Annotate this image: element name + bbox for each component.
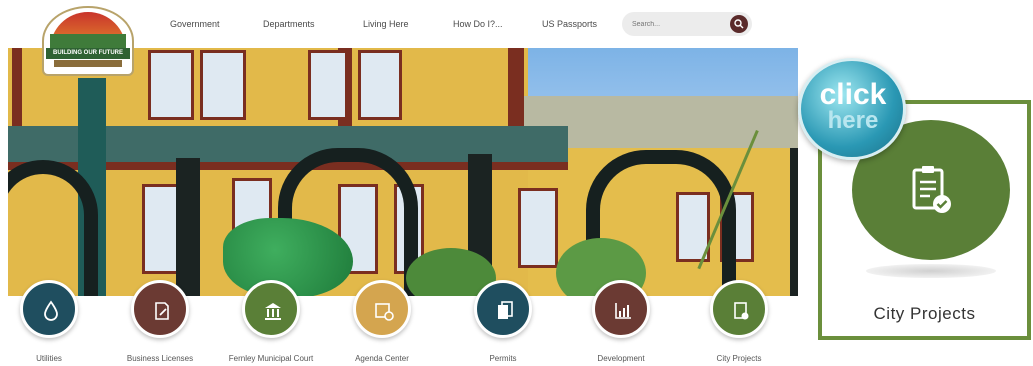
water-drop-icon <box>44 300 58 321</box>
nav-departments[interactable]: Departments <box>263 19 315 29</box>
quick-link-circle <box>474 280 532 338</box>
quick-link-label: Development <box>597 354 645 363</box>
quick-link-business-licenses[interactable]: Business Licenses <box>105 280 215 363</box>
quick-links: Utilities Business Licenses Fernley Muni… <box>8 280 798 366</box>
chart-icon <box>615 303 631 319</box>
quick-link-development[interactable]: Development <box>566 280 676 363</box>
quick-link-circle <box>353 280 411 338</box>
quick-link-circle <box>242 280 300 338</box>
quick-link-circle <box>20 280 78 338</box>
quick-link-circle <box>592 280 650 338</box>
nav-government[interactable]: Government <box>170 19 220 29</box>
quick-link-label: Utilities <box>36 354 62 363</box>
quick-link-label: Agenda Center <box>355 354 409 363</box>
calendar-clock-icon <box>375 303 394 321</box>
search-input[interactable] <box>632 17 722 31</box>
document-pen-icon <box>155 302 169 320</box>
quick-link-label: Fernley Municipal Court <box>228 354 314 363</box>
nav-living-here[interactable]: Living Here <box>363 19 409 29</box>
badge-line-1: click <box>819 78 887 111</box>
callout-title: City Projects <box>873 304 976 323</box>
clipboard-check-icon <box>912 166 951 213</box>
badge-line-2: here <box>827 107 879 134</box>
logo-banner: BUILDING OUR FUTURE <box>46 48 130 59</box>
hero-photo <box>8 48 798 296</box>
quick-link-label: City Projects <box>716 354 762 363</box>
search-icon <box>734 19 744 29</box>
click-here-badge[interactable]: click here <box>798 58 906 160</box>
search-box <box>622 12 752 36</box>
courthouse-icon <box>265 303 281 320</box>
nav-how-do-i[interactable]: How Do I?... <box>453 19 503 29</box>
search-button[interactable] <box>730 15 748 33</box>
quick-link-label: Permits <box>489 354 517 363</box>
city-logo[interactable]: BUILDING OUR FUTURE <box>42 6 134 76</box>
quick-link-municipal-court[interactable]: Fernley Municipal Court <box>216 280 326 363</box>
clipboard-check-icon <box>734 302 749 320</box>
quick-link-circle <box>710 280 768 338</box>
quick-link-utilities[interactable]: Utilities <box>8 280 104 363</box>
website-frame: Government Departments Living Here How D… <box>8 0 798 366</box>
quick-link-agenda-center[interactable]: Agenda Center <box>327 280 437 363</box>
documents-icon <box>498 301 513 319</box>
quick-link-city-projects[interactable]: City Projects <box>684 280 794 363</box>
nav-us-passports[interactable]: US Passports <box>542 19 597 29</box>
quick-link-circle <box>131 280 189 338</box>
quick-link-label: Business Licenses <box>126 354 194 363</box>
quick-link-permits[interactable]: Permits <box>448 280 558 363</box>
